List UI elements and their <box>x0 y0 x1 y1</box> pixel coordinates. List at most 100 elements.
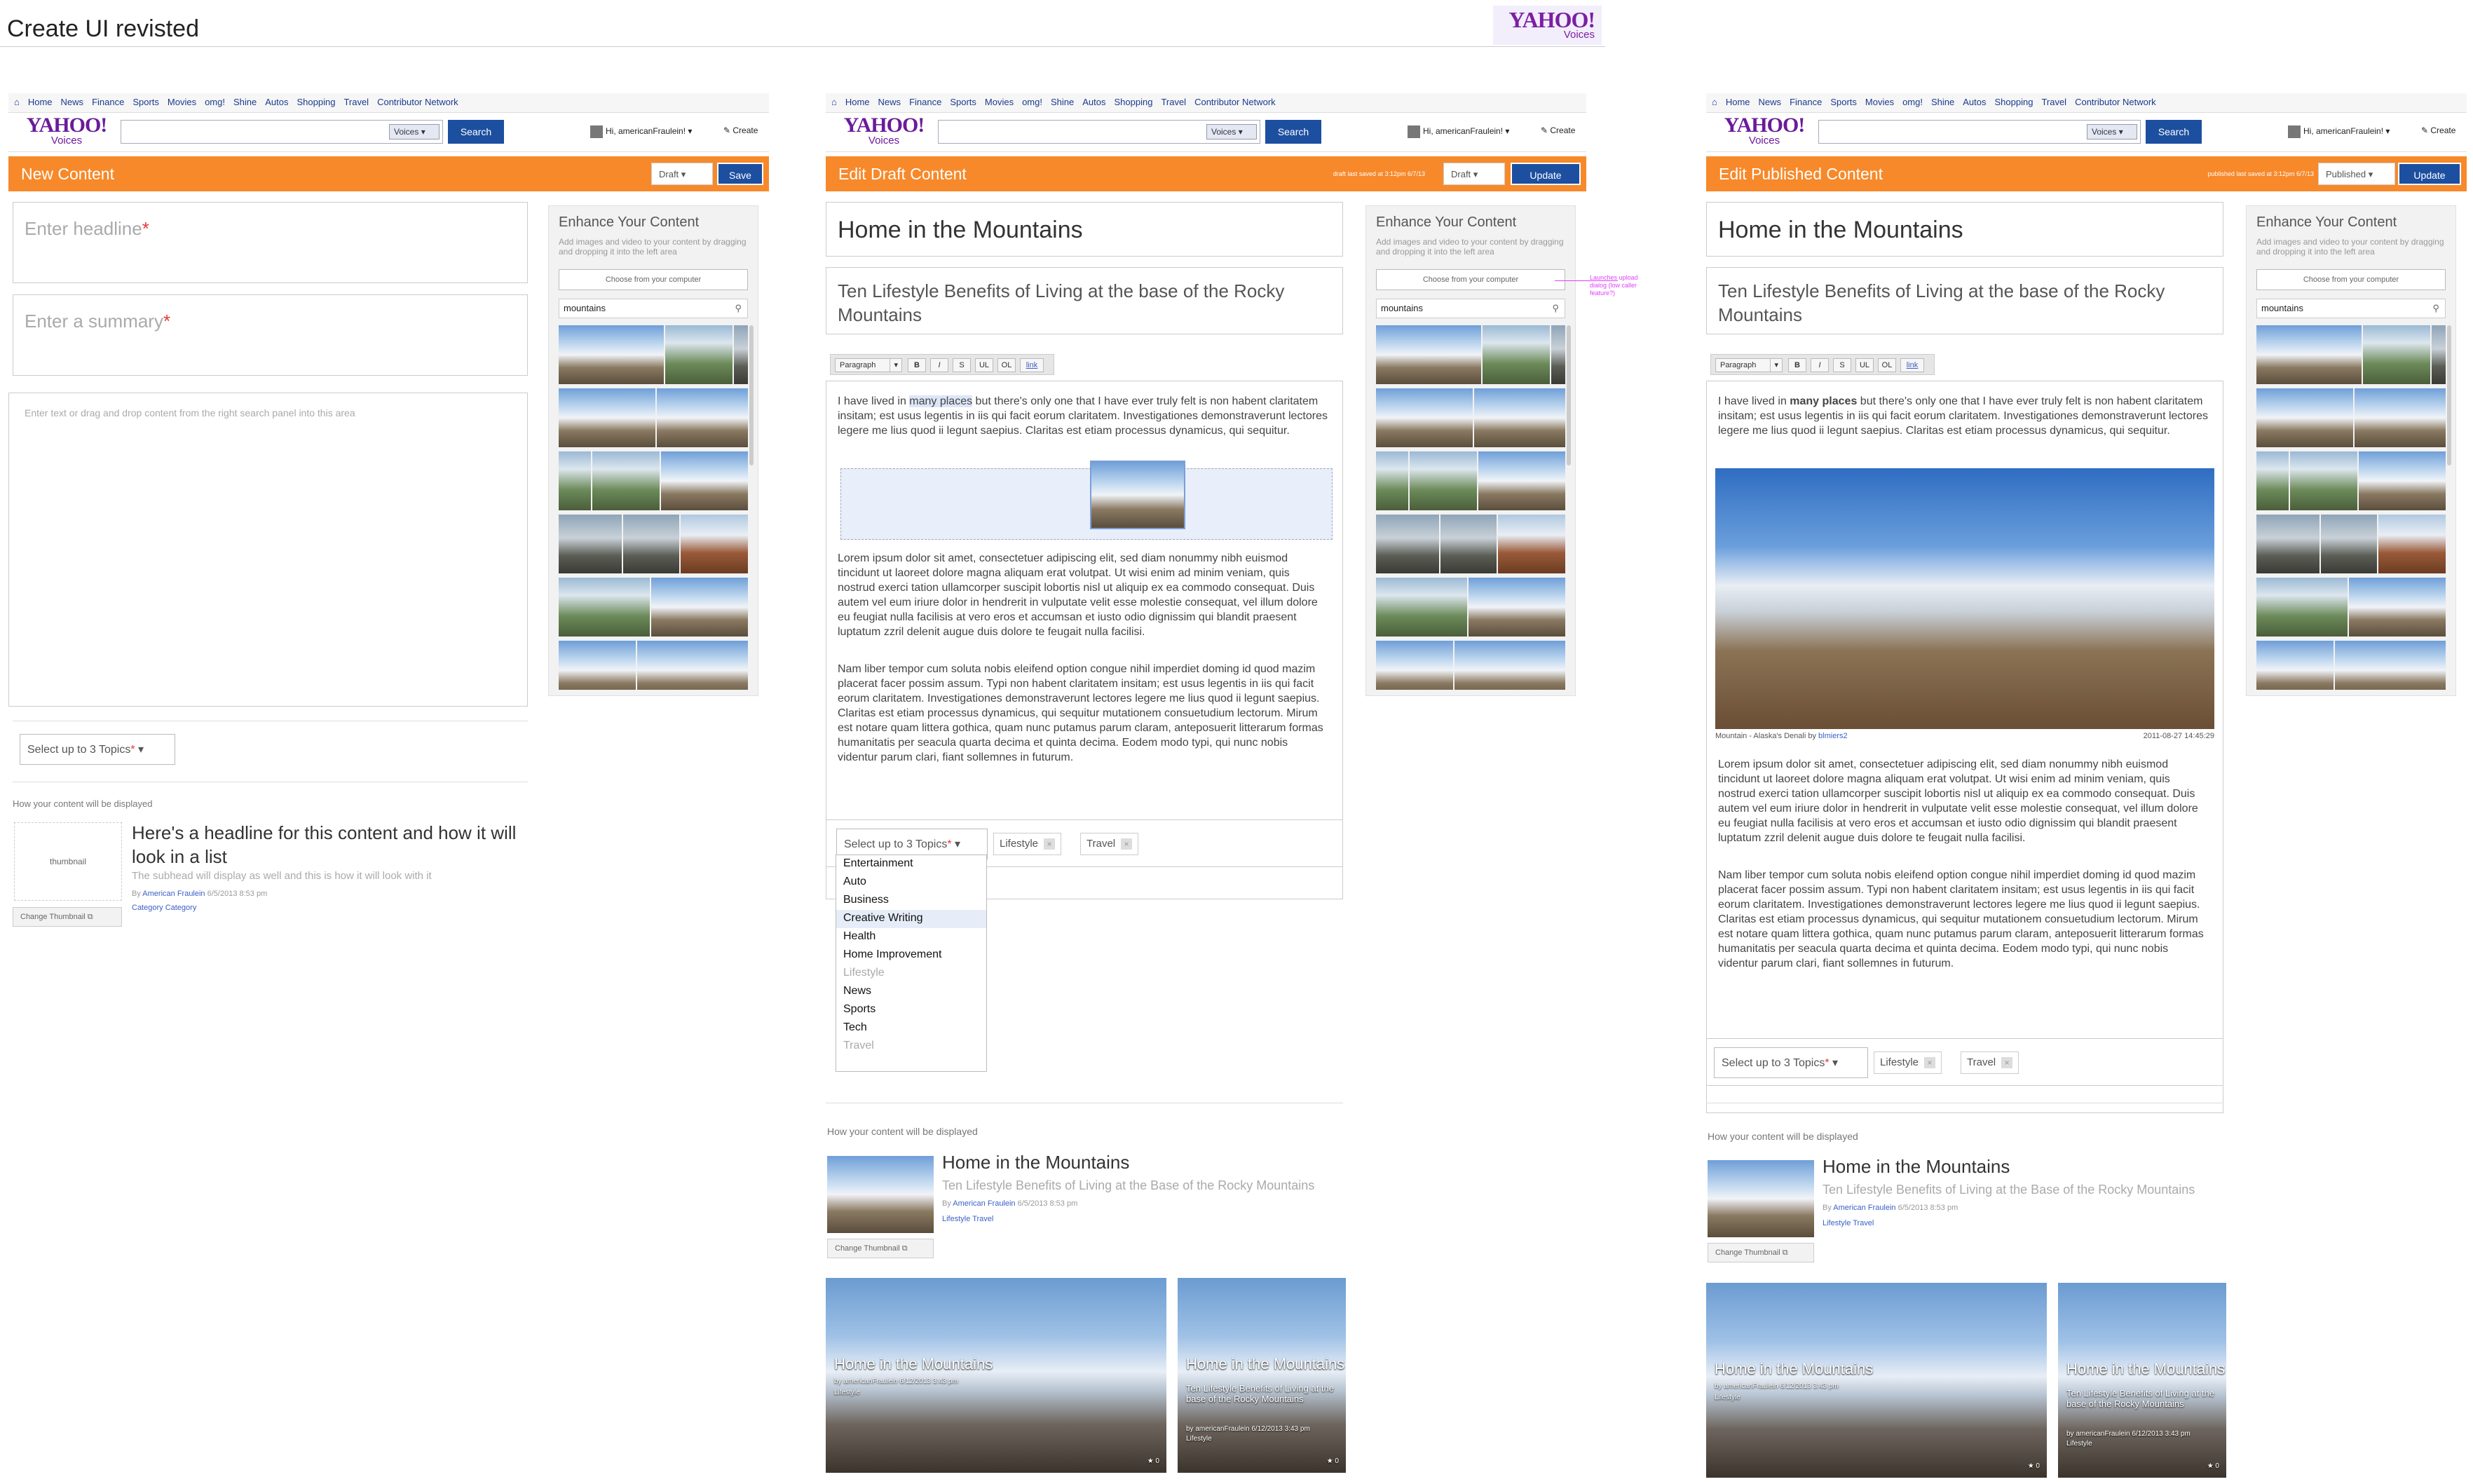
media-thumbnail[interactable] <box>1376 451 1408 510</box>
media-thumbnail[interactable] <box>657 388 748 447</box>
media-thumbnail[interactable] <box>661 451 748 510</box>
summary-field[interactable]: Ten Lifestyle Benefits of Living at the … <box>826 267 1343 334</box>
media-thumbnail[interactable] <box>2256 325 2362 384</box>
drop-zone[interactable] <box>840 461 1333 540</box>
search-button[interactable]: Search <box>2146 120 2202 144</box>
topic-chip-travel[interactable]: Travel × <box>1961 1051 2019 1074</box>
media-thumbnail[interactable] <box>1454 641 1565 690</box>
media-grid[interactable] <box>559 325 748 690</box>
media-thumbnail[interactable] <box>559 578 650 637</box>
create-link[interactable]: ✎ Create <box>723 125 758 135</box>
user-menu[interactable]: Hi, americanFraulein! ▾ <box>1408 125 1509 138</box>
user-menu[interactable]: Hi, americanFraulein! ▾ <box>590 125 692 138</box>
media-thumbnail[interactable] <box>1551 325 1565 384</box>
nav-link-movies[interactable]: Movies <box>985 97 1014 107</box>
topic-option-entertainment[interactable]: Entertainment <box>836 855 986 873</box>
preview-categories[interactable]: Lifestyle Travel <box>1823 1219 1874 1227</box>
media-thumbnail[interactable] <box>2256 515 2319 573</box>
media-thumbnail[interactable] <box>559 641 636 690</box>
topic-option-auto[interactable]: Auto <box>836 873 986 892</box>
body-editor[interactable]: I have lived in many places but there's … <box>1706 381 2223 1113</box>
format-link-button[interactable]: link <box>1900 358 1924 372</box>
search-input[interactable]: Voices ▾ <box>1818 120 2141 144</box>
media-grid[interactable] <box>2256 325 2446 690</box>
nav-link-travel[interactable]: Travel <box>343 97 369 107</box>
media-thumbnail[interactable] <box>681 515 748 573</box>
change-thumbnail-button[interactable]: Change Thumbnail ⧉ <box>13 907 122 927</box>
preview-card-large[interactable]: Home in the Mountains by americanFraulei… <box>1706 1283 2047 1478</box>
search-input[interactable]: Voices ▾ <box>938 120 1260 144</box>
nav-link-omg-[interactable]: omg! <box>1902 97 1923 107</box>
media-thumbnail[interactable] <box>2256 388 2353 447</box>
nav-link-sports[interactable]: Sports <box>1830 97 1857 107</box>
site-logo[interactable]: YAHOO! Voices <box>14 115 119 147</box>
media-thumbnail[interactable] <box>2355 388 2446 447</box>
user-menu[interactable]: Hi, americanFraulein! ▾ <box>2288 125 2390 138</box>
summary-field[interactable]: Enter a summary* <box>13 294 528 376</box>
nav-links[interactable]: Home News Finance Sports Movies omg! Shine Auto… <box>845 97 1284 107</box>
media-thumbnail[interactable] <box>1376 578 1467 637</box>
topic-option-business[interactable]: Business <box>836 892 986 910</box>
format-i-button[interactable]: I <box>1811 358 1829 372</box>
media-thumbnail[interactable] <box>637 641 748 690</box>
change-thumbnail-button[interactable]: Change Thumbnail ⧉ <box>1708 1243 1814 1262</box>
choose-file-button[interactable]: Choose from your computer <box>1376 269 1565 290</box>
inserted-image[interactable] <box>1715 468 2214 729</box>
preview-categories[interactable]: Lifestyle Travel <box>942 1215 993 1223</box>
summary-field[interactable]: Ten Lifestyle Benefits of Living at the … <box>1706 267 2223 334</box>
media-thumbnail[interactable] <box>1376 325 1481 384</box>
create-link[interactable]: ✎ Create <box>2421 125 2455 135</box>
search-scope-dropdown[interactable]: Voices ▾ <box>2087 124 2137 139</box>
nav-links[interactable]: Home News Finance Sports Movies omg! Shine Auto… <box>1726 97 2165 107</box>
media-thumbnail[interactable] <box>1474 388 1565 447</box>
nav-link-shine[interactable]: Shine <box>1051 97 1074 107</box>
media-thumbnail[interactable] <box>1376 388 1473 447</box>
topic-chip-lifestyle[interactable]: Lifestyle × <box>1874 1051 1942 1074</box>
search-scope-dropdown[interactable]: Voices ▾ <box>1206 124 1257 139</box>
headline-field[interactable]: Home in the Mountains <box>1706 202 2223 257</box>
preview-categories[interactable]: Category Category <box>132 904 196 912</box>
media-thumbnail[interactable] <box>2321 515 2377 573</box>
topic-option-news[interactable]: News <box>836 983 986 1001</box>
media-thumbnail[interactable] <box>2256 578 2348 637</box>
format-b-button[interactable]: B <box>1788 358 1806 372</box>
scrollbar[interactable] <box>1567 325 1571 465</box>
nav-link-shopping[interactable]: Shopping <box>297 97 335 107</box>
nav-link-home[interactable]: Home <box>28 97 53 107</box>
save-button[interactable]: Save <box>717 163 763 185</box>
nav-link-news[interactable]: News <box>61 97 84 107</box>
nav-link-autos[interactable]: Autos <box>265 97 288 107</box>
home-icon[interactable]: ⌂ <box>1712 97 1717 107</box>
media-search-input[interactable]: mountains ⚲ <box>2256 299 2446 318</box>
search-scope-dropdown[interactable]: Voices ▾ <box>389 124 440 139</box>
media-search-input[interactable]: mountains ⚲ <box>559 299 748 318</box>
nav-link-home[interactable]: Home <box>1726 97 1750 107</box>
scrollbar[interactable] <box>2447 325 2451 465</box>
media-thumbnail[interactable] <box>559 515 622 573</box>
status-dropdown[interactable]: Draft ▾ <box>1443 163 1505 185</box>
choose-file-button[interactable]: Choose from your computer <box>559 269 748 290</box>
media-thumbnail[interactable] <box>2290 451 2357 510</box>
topic-option-lifestyle[interactable]: Lifestyle <box>836 965 986 983</box>
preview-card-large[interactable]: Home in the Mountains by americanFraulei… <box>826 1278 1166 1473</box>
media-thumbnail[interactable] <box>1440 515 1497 573</box>
nav-link-omg-[interactable]: omg! <box>205 97 225 107</box>
nav-link-shopping[interactable]: Shopping <box>1114 97 1152 107</box>
nav-link-finance[interactable]: Finance <box>92 97 124 107</box>
format-s-button[interactable]: S <box>953 358 971 372</box>
status-dropdown[interactable]: Published ▾ <box>2318 163 2395 185</box>
nav-link-movies[interactable]: Movies <box>1865 97 1894 107</box>
media-thumbnail[interactable] <box>559 451 591 510</box>
topic-option-home-improvement[interactable]: Home Improvement <box>836 946 986 965</box>
media-thumbnail[interactable] <box>651 578 748 637</box>
topic-option-sports[interactable]: Sports <box>836 1001 986 1019</box>
nav-link-autos[interactable]: Autos <box>1082 97 1105 107</box>
change-thumbnail-button[interactable]: Change Thumbnail ⧉ <box>827 1239 934 1258</box>
nav-link-travel[interactable]: Travel <box>1161 97 1186 107</box>
media-thumbnail[interactable] <box>2363 325 2430 384</box>
nav-link-home[interactable]: Home <box>845 97 870 107</box>
media-grid[interactable] <box>1376 325 1565 690</box>
thumbnail-placeholder[interactable]: thumbnail <box>14 822 122 901</box>
format-b-button[interactable]: B <box>908 358 926 372</box>
search-input[interactable]: Voices ▾ <box>121 120 443 144</box>
